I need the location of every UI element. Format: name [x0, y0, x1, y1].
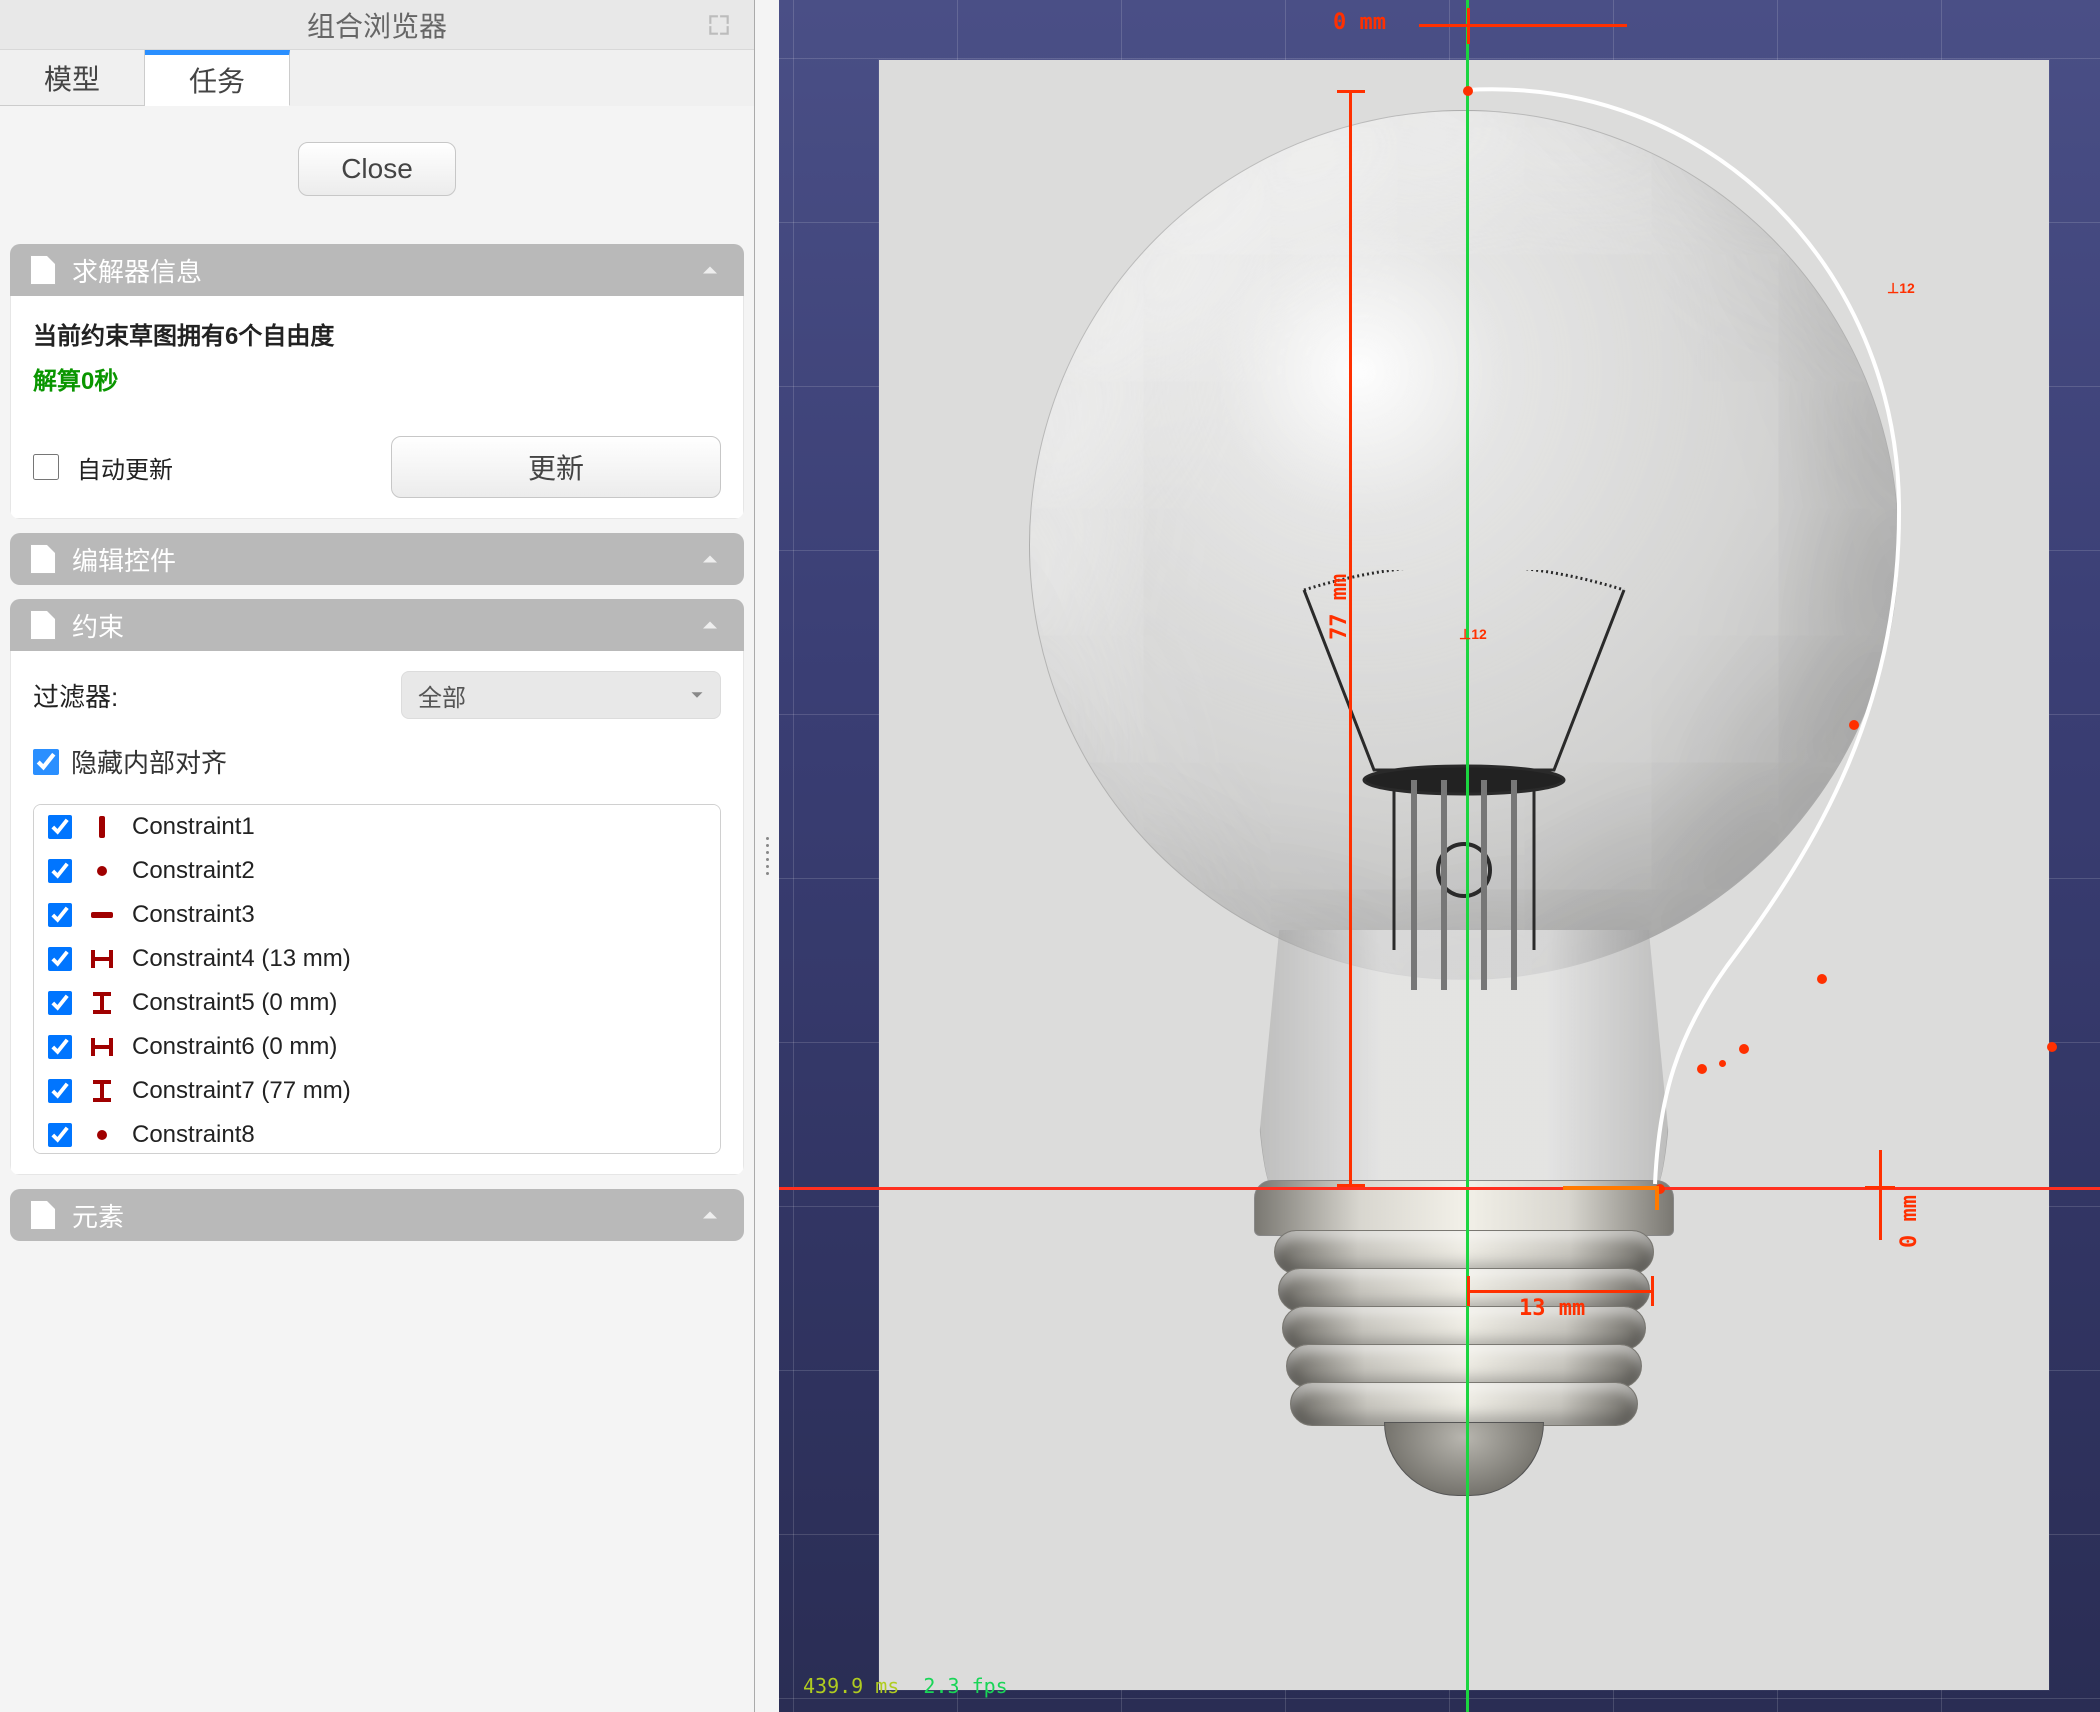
- section-constraints: 约束 过滤器: 全部 隐藏内部对齐 Constraint1 Constraint2…: [10, 599, 744, 1175]
- dot-icon: [88, 1130, 116, 1140]
- vbar-icon: [88, 816, 116, 838]
- document-icon: [30, 1200, 56, 1230]
- constraint-row[interactable]: Constraint8: [34, 1113, 720, 1154]
- constraints-body: 过滤器: 全部 隐藏内部对齐 Constraint1Constraint2Con…: [10, 651, 744, 1175]
- 3d-viewport[interactable]: 0 mm 77 mm 13 mm 0 mm ⊥12 ⊥12: [779, 0, 2100, 1712]
- sketch-edge[interactable]: [1563, 1186, 1657, 1190]
- auto-update-checkbox[interactable]: [33, 454, 59, 480]
- constraint-row[interactable]: Constraint3: [34, 893, 720, 937]
- dot-icon: [88, 866, 116, 876]
- close-button[interactable]: Close: [298, 142, 456, 196]
- vdist-icon: [88, 1080, 116, 1102]
- constraint-label: Constraint8: [132, 1121, 255, 1149]
- splitter-handle[interactable]: [755, 0, 779, 1712]
- control-point[interactable]: [1739, 1044, 1749, 1054]
- section-edit-controls: 编辑控件: [10, 533, 744, 585]
- document-icon: [30, 610, 56, 640]
- tab-bar: 模型 任务: [0, 50, 754, 106]
- constraint-row[interactable]: Constraint5 (0 mm): [34, 981, 720, 1025]
- section-header-solver[interactable]: 求解器信息: [10, 244, 744, 296]
- constraint-checkbox[interactable]: [48, 947, 72, 971]
- hide-internal-checkbox[interactable]: [33, 749, 59, 775]
- constraint-checkbox[interactable]: [48, 1123, 72, 1147]
- section-header-edit[interactable]: 编辑控件: [10, 533, 744, 585]
- control-point[interactable]: [2047, 1042, 2057, 1052]
- chevron-down-icon: [686, 684, 708, 706]
- control-point[interactable]: [1697, 1064, 1707, 1074]
- constraint-row[interactable]: Constraint2: [34, 849, 720, 893]
- chevron-up-icon: [696, 611, 724, 639]
- combo-view-panel: 组合浏览器 模型 任务 Close 求解器信息 当前约束草图拥有6个自由度 解算…: [0, 0, 755, 1712]
- section-elements: 元素: [10, 1189, 744, 1241]
- hbar-icon: [88, 912, 116, 918]
- tab-task[interactable]: 任务: [145, 50, 290, 106]
- constraint-label: Constraint7 (77 mm): [132, 1077, 351, 1105]
- hdist-icon: [88, 950, 116, 968]
- bspline-outline[interactable]: [1467, 86, 1927, 1211]
- undock-icon[interactable]: [706, 12, 732, 38]
- dim-top: 0 mm: [1333, 10, 1386, 35]
- chevron-up-icon: [696, 256, 724, 284]
- constraint-row[interactable]: Constraint1: [34, 805, 720, 849]
- constraint-label: Constraint3: [132, 901, 255, 929]
- constraint-label: Constraint1: [132, 813, 255, 841]
- constraint-checkbox[interactable]: [48, 1035, 72, 1059]
- panel-title-bar: 组合浏览器: [0, 0, 754, 50]
- section-header-constraints[interactable]: 约束: [10, 599, 744, 651]
- constraint-checkbox[interactable]: [48, 859, 72, 883]
- control-point[interactable]: [1719, 1060, 1726, 1067]
- constraint-checkbox[interactable]: [48, 991, 72, 1015]
- filter-label: 过滤器:: [33, 677, 118, 714]
- constraint-row[interactable]: Constraint4 (13 mm): [34, 937, 720, 981]
- hide-internal-label: 隐藏内部对齐: [71, 743, 227, 780]
- solver-time-text: 解算0秒: [33, 361, 721, 396]
- constraint-row[interactable]: Constraint6 (0 mm): [34, 1025, 720, 1069]
- panel-title: 组合浏览器: [307, 5, 447, 45]
- constraint-checkbox[interactable]: [48, 1079, 72, 1103]
- solver-dof-text: 当前约束草图拥有6个自由度: [33, 316, 721, 351]
- sketch-edge[interactable]: [1655, 1186, 1659, 1210]
- constraint-label: Constraint2: [132, 857, 255, 885]
- constraint-row[interactable]: Constraint7 (77 mm): [34, 1069, 720, 1113]
- auto-update-label: 自动更新: [77, 450, 173, 485]
- viewport-status: 439.9 ms 2.3 fps: [803, 1674, 1008, 1698]
- sketch-overlay: 0 mm 77 mm 13 mm 0 mm ⊥12 ⊥12: [779, 0, 2100, 1712]
- constraint-label: Constraint4 (13 mm): [132, 945, 351, 973]
- section-solver: 求解器信息 当前约束草图拥有6个自由度 解算0秒 自动更新 更新: [10, 244, 744, 519]
- control-point[interactable]: [1849, 720, 1859, 730]
- constraint-checkbox[interactable]: [48, 903, 72, 927]
- dim-horizontal: 13 mm: [1519, 1296, 1585, 1321]
- dim-vertical: 77 mm: [1327, 574, 1352, 640]
- chevron-up-icon: [696, 1201, 724, 1229]
- section-header-elements[interactable]: 元素: [10, 1189, 744, 1241]
- control-point[interactable]: [1817, 974, 1827, 984]
- constraint-label: Constraint6 (0 mm): [132, 1033, 337, 1061]
- hdist-icon: [88, 1038, 116, 1056]
- task-body: Close 求解器信息 当前约束草图拥有6个自由度 解算0秒 自动更新 更新: [0, 106, 754, 1712]
- document-icon: [30, 255, 56, 285]
- constraint-checkbox[interactable]: [48, 815, 72, 839]
- tab-model[interactable]: 模型: [0, 50, 145, 106]
- constraint-label: Constraint5 (0 mm): [132, 989, 337, 1017]
- update-button[interactable]: 更新: [391, 436, 721, 498]
- solver-body: 当前约束草图拥有6个自由度 解算0秒 自动更新 更新: [10, 296, 744, 519]
- vdist-icon: [88, 992, 116, 1014]
- chevron-up-icon: [696, 545, 724, 573]
- filter-combo[interactable]: 全部: [401, 671, 721, 719]
- constraint-list[interactable]: Constraint1 Constraint2 Constraint3 Constra…: [33, 804, 721, 1154]
- document-icon: [30, 544, 56, 574]
- control-point[interactable]: [1463, 86, 1473, 96]
